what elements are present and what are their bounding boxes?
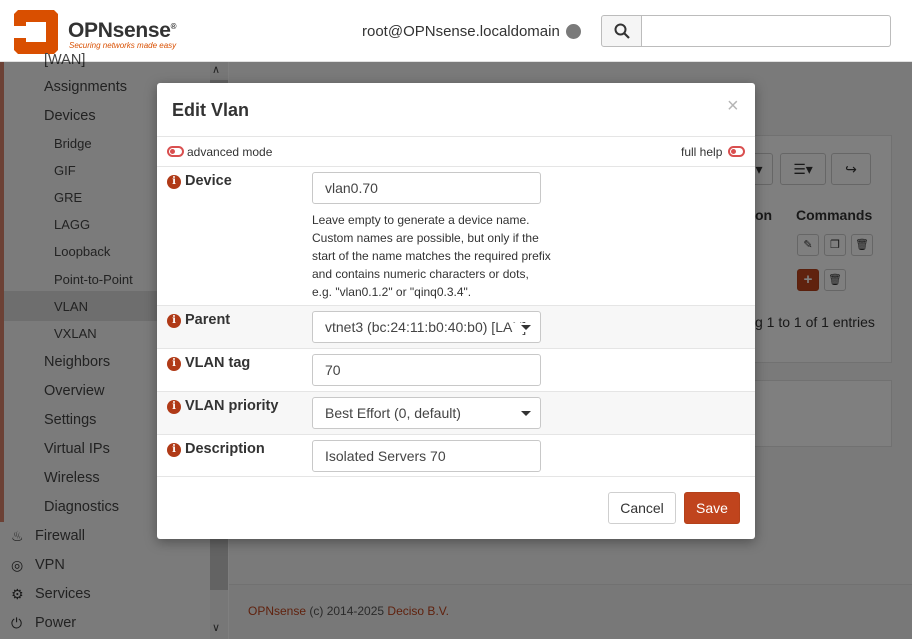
- device-hint: Leave empty to generate a device name. C…: [312, 213, 551, 299]
- brand-name: OPNsense®: [68, 19, 177, 42]
- chevron-down-icon: [521, 411, 531, 416]
- full-help-toggle[interactable]: [728, 146, 745, 157]
- edit-vlan-dialog: Edit Vlan × advanced mode full help i De…: [157, 83, 755, 539]
- close-icon[interactable]: ×: [727, 95, 739, 118]
- search-icon: [614, 23, 630, 39]
- status-indicator[interactable]: [566, 24, 581, 39]
- dialog-title: Edit Vlan: [172, 100, 250, 120]
- chevron-down-icon: [521, 325, 531, 330]
- device-row: i Device vlan0.70 Leave empty to generat…: [157, 166, 755, 305]
- info-icon[interactable]: i: [167, 400, 181, 414]
- info-icon[interactable]: i: [167, 175, 181, 189]
- footer-divider: [157, 476, 755, 477]
- info-icon[interactable]: i: [167, 357, 181, 371]
- search-input[interactable]: [641, 15, 891, 47]
- device-label: Device: [185, 173, 232, 189]
- brand-tagline: Securing networks made easy: [69, 41, 177, 50]
- vlan-priority-value: Best Effort (0, default): [325, 405, 461, 421]
- parent-select-value: vtnet3 (bc:24:11:b0:40:b0) [LAN]: [325, 319, 527, 335]
- user-label[interactable]: root@OPNsense.localdomain: [362, 23, 560, 40]
- header-divider: [157, 136, 755, 137]
- top-bar: OPNsense® Securing networks made easy ro…: [0, 0, 912, 62]
- vlan-priority-label: VLAN priority: [185, 398, 279, 414]
- parent-select[interactable]: vtnet3 (bc:24:11:b0:40:b0) [LAN]: [312, 311, 541, 343]
- description-row: i Description Isolated Servers 70: [157, 434, 755, 477]
- vlan-tag-input[interactable]: 70: [312, 354, 541, 386]
- advanced-mode-label[interactable]: advanced mode: [187, 145, 272, 159]
- vlan-priority-row: i VLAN priority Best Effort (0, default): [157, 391, 755, 434]
- vlan-tag-row: i VLAN tag 70: [157, 348, 755, 391]
- parent-row: i Parent vtnet3 (bc:24:11:b0:40:b0) [LAN…: [157, 305, 755, 348]
- vlan-priority-select[interactable]: Best Effort (0, default): [312, 397, 541, 429]
- info-icon[interactable]: i: [167, 314, 181, 328]
- description-input[interactable]: Isolated Servers 70: [312, 440, 541, 472]
- opnsense-logo-icon[interactable]: [12, 8, 60, 56]
- save-button[interactable]: Save: [684, 492, 740, 524]
- vlan-tag-label: VLAN tag: [185, 355, 251, 371]
- info-icon[interactable]: i: [167, 443, 181, 457]
- device-input[interactable]: vlan0.70: [312, 172, 541, 204]
- advanced-mode-toggle[interactable]: [167, 146, 184, 157]
- description-label: Description: [185, 441, 265, 457]
- search-button[interactable]: [601, 15, 642, 47]
- parent-label: Parent: [185, 312, 231, 328]
- cancel-button[interactable]: Cancel: [608, 492, 676, 524]
- full-help-label[interactable]: full help: [681, 145, 722, 159]
